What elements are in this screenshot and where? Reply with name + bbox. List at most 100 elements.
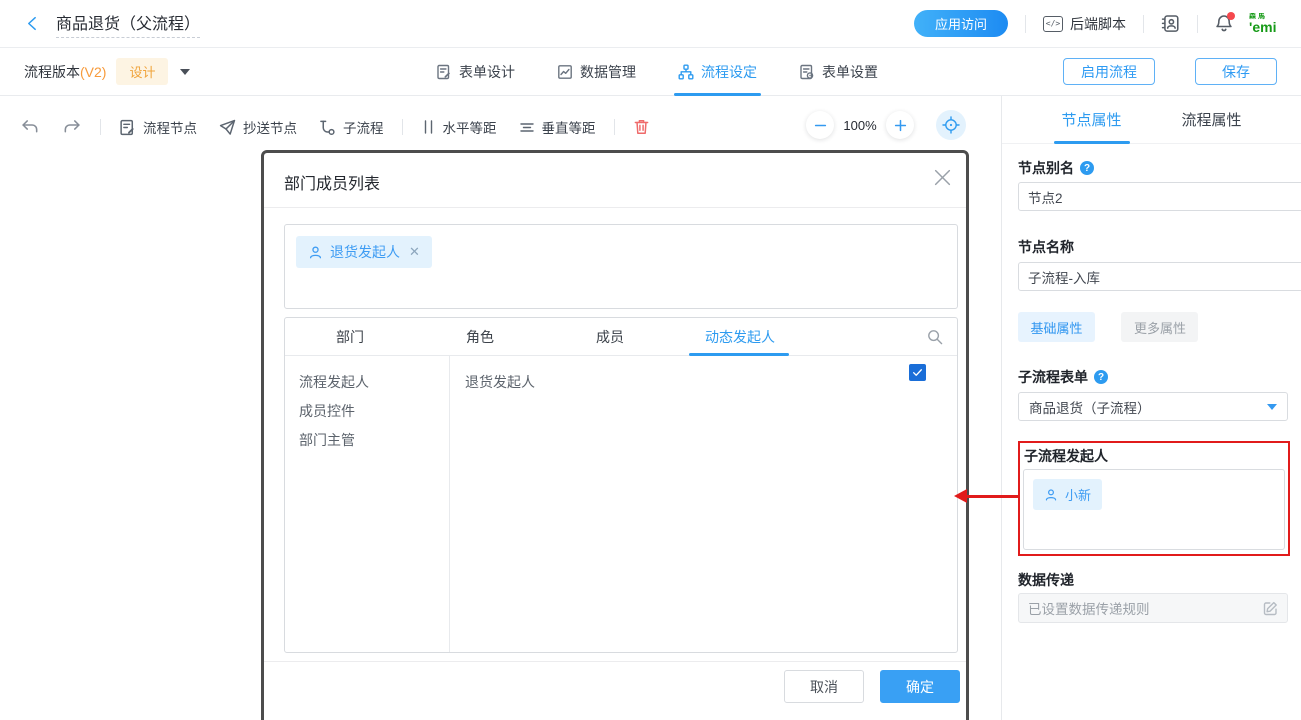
divider bbox=[1025, 15, 1026, 33]
design-badge[interactable]: 设计 bbox=[116, 58, 168, 85]
tab-member[interactable]: 成员 bbox=[545, 327, 675, 347]
node-alias-field: 节点别名 ? bbox=[1018, 158, 1288, 178]
selected-member-tag[interactable]: 退货发起人 ✕ bbox=[296, 236, 432, 268]
tab-form-design[interactable]: 表单设计 bbox=[436, 48, 515, 96]
divider bbox=[402, 119, 403, 135]
cancel-button[interactable]: 取消 bbox=[784, 670, 864, 703]
property-mode-switch: 基础属性 更多属性 bbox=[1018, 312, 1288, 342]
person-icon bbox=[1044, 488, 1058, 502]
save-button[interactable]: 保存 bbox=[1195, 58, 1277, 85]
tab-flow-properties[interactable]: 流程属性 bbox=[1152, 96, 1272, 143]
subflow-initiator-box[interactable]: 小新 bbox=[1023, 469, 1285, 550]
notification-badge bbox=[1227, 12, 1235, 20]
initiator-tag[interactable]: 小新 bbox=[1033, 479, 1102, 510]
category-list: 流程发起人 成员控件 部门主管 bbox=[285, 356, 450, 652]
option-item[interactable]: 退货发起人 bbox=[465, 368, 957, 397]
data-manage-icon bbox=[557, 64, 573, 80]
zoom-level: 100% bbox=[834, 118, 886, 133]
zoom-controls: 100% bbox=[806, 110, 966, 140]
list-item[interactable]: 成员控件 bbox=[299, 397, 449, 426]
canvas-toolbar: 流程节点 抄送节点 子流程 水平等距 bbox=[20, 108, 650, 146]
member-picker-table: 部门 角色 成员 动态发起人 流程发起人 成员控件 部门主管 退货发起人 bbox=[284, 317, 958, 653]
annotation-arrow-line bbox=[966, 495, 1018, 498]
code-icon: </> bbox=[1043, 16, 1063, 32]
close-icon[interactable] bbox=[933, 168, 952, 187]
search-icon[interactable] bbox=[926, 328, 944, 346]
basic-properties-button[interactable]: 基础属性 bbox=[1018, 312, 1095, 342]
divider bbox=[264, 661, 966, 662]
confirm-button[interactable]: 确定 bbox=[880, 670, 960, 703]
notification-bell-icon[interactable] bbox=[1215, 14, 1233, 33]
divider bbox=[614, 119, 615, 135]
backend-script-button[interactable]: </> 后端脚本 bbox=[1043, 14, 1126, 34]
enable-flow-button[interactable]: 启用流程 bbox=[1063, 58, 1155, 85]
option-list: 退货发起人 bbox=[450, 356, 957, 652]
checkbox-checked[interactable] bbox=[909, 364, 926, 381]
panel-tabs: 节点属性 流程属性 bbox=[1002, 96, 1301, 144]
tab-department[interactable]: 部门 bbox=[285, 327, 415, 347]
member-list-modal: 部门成员列表 退货发起人 ✕ 部门 角色 成员 动态发起人 bbox=[261, 150, 969, 720]
add-cc-node-button[interactable]: 抄送节点 bbox=[219, 117, 297, 137]
version-number: (V2) bbox=[80, 64, 106, 80]
picker-body: 流程发起人 成员控件 部门主管 退货发起人 bbox=[285, 356, 957, 652]
node-name-field: 节点名称 bbox=[1018, 237, 1288, 257]
vertical-spacing-button[interactable]: 垂直等距 bbox=[519, 117, 596, 137]
node-alias-input[interactable] bbox=[1018, 182, 1301, 211]
subflow-initiator-label: 子流程发起人 bbox=[1024, 446, 1108, 466]
data-transfer-status: 已设置数据传递规则 bbox=[1018, 593, 1288, 623]
delete-trash-icon[interactable] bbox=[633, 118, 650, 136]
more-properties-button[interactable]: 更多属性 bbox=[1121, 312, 1198, 342]
back-icon[interactable] bbox=[24, 15, 41, 32]
zoom-out-button[interactable] bbox=[806, 111, 834, 139]
list-item[interactable]: 流程发起人 bbox=[299, 368, 449, 397]
redo-icon[interactable] bbox=[62, 118, 82, 136]
app-access-button[interactable]: 应用访问 bbox=[914, 10, 1008, 37]
data-transfer-field: 数据传递 bbox=[1018, 570, 1288, 590]
node-name-input[interactable] bbox=[1018, 262, 1301, 291]
top-header: 商品退货（父流程） 应用访问 </> 后端脚本 bbox=[0, 0, 1301, 48]
version-label: 流程版本(V2) bbox=[24, 62, 106, 82]
contacts-icon[interactable] bbox=[1161, 14, 1180, 33]
help-icon[interactable]: ? bbox=[1080, 161, 1094, 175]
list-item[interactable]: 部门主管 bbox=[299, 426, 449, 455]
horizontal-spacing-button[interactable]: 水平等距 bbox=[421, 117, 497, 137]
subflow-form-field: 子流程表单 ? bbox=[1018, 367, 1288, 387]
divider bbox=[264, 207, 966, 208]
fit-view-target-icon[interactable] bbox=[936, 110, 966, 140]
divider bbox=[100, 119, 101, 135]
data-transfer-label: 数据传递 bbox=[1018, 570, 1288, 590]
help-icon[interactable]: ? bbox=[1094, 370, 1108, 384]
selected-members-box[interactable]: 退货发起人 ✕ bbox=[284, 224, 958, 309]
brand-logo[interactable]: 森馬 'emi bbox=[1249, 13, 1285, 34]
add-flow-node-button[interactable]: 流程节点 bbox=[119, 117, 197, 137]
tab-node-properties[interactable]: 节点属性 bbox=[1032, 96, 1152, 143]
tab-dynamic-initiator[interactable]: 动态发起人 bbox=[675, 327, 805, 347]
module-tabs: 表单设计 数据管理 流程设定 表单设置 bbox=[436, 48, 878, 96]
subflow-form-select[interactable]: 商品退货（子流程） bbox=[1018, 392, 1288, 421]
vertical-spacing-icon bbox=[519, 120, 535, 135]
page-title: 商品退货（父流程） bbox=[56, 10, 200, 38]
node-name-label: 节点名称 bbox=[1018, 237, 1288, 257]
node-alias-label: 节点别名 ? bbox=[1018, 158, 1288, 178]
zoom-in-button[interactable] bbox=[886, 111, 914, 139]
divider bbox=[1143, 15, 1144, 33]
version-bar: 流程版本(V2) 设计 表单设计 数据管理 流程设定 bbox=[0, 48, 1301, 96]
backend-script-label: 后端脚本 bbox=[1070, 14, 1126, 34]
annotation-arrow-head bbox=[954, 489, 967, 503]
edit-icon[interactable] bbox=[1263, 601, 1278, 616]
paper-plane-icon bbox=[219, 119, 236, 136]
form-setting-icon bbox=[799, 64, 815, 80]
version-dropdown-caret[interactable] bbox=[180, 69, 190, 80]
picker-tabs: 部门 角色 成员 动态发起人 bbox=[285, 318, 957, 356]
person-icon bbox=[308, 245, 323, 260]
undo-icon[interactable] bbox=[20, 118, 40, 136]
tab-data-manage[interactable]: 数据管理 bbox=[557, 48, 636, 96]
form-design-icon bbox=[436, 64, 452, 80]
remove-tag-icon[interactable]: ✕ bbox=[409, 244, 420, 260]
tab-form-setting[interactable]: 表单设置 bbox=[799, 48, 878, 96]
tab-role[interactable]: 角色 bbox=[415, 327, 545, 347]
add-subflow-button[interactable]: 子流程 bbox=[319, 117, 384, 137]
tab-flow-setting[interactable]: 流程设定 bbox=[678, 48, 757, 96]
subflow-icon bbox=[319, 119, 336, 136]
flow-setting-icon bbox=[678, 64, 694, 80]
